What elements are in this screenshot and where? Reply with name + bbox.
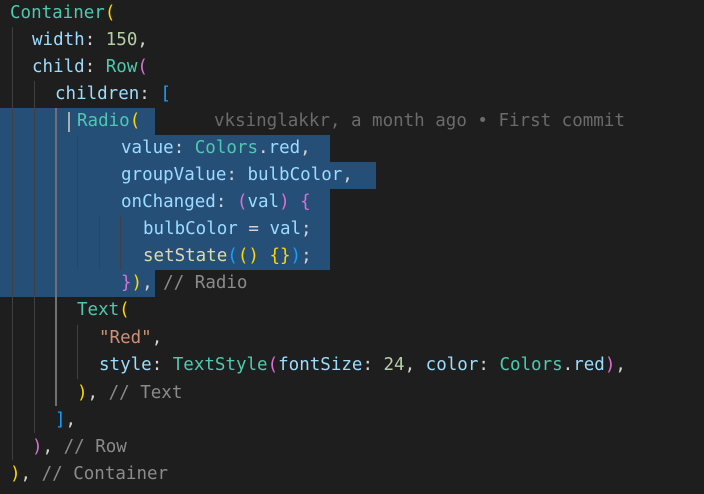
indent-guide: [99, 216, 100, 270]
code-line[interactable]: }), // Radio: [121, 270, 247, 297]
code-line[interactable]: bulbColor = val;: [143, 216, 312, 243]
code-line[interactable]: Text(: [77, 297, 130, 324]
git-blame-annotation: vksinglakkr, a month ago • First commit: [214, 111, 625, 131]
text-cursor: [68, 112, 70, 132]
code-editor[interactable]: Container( width: 150, child: Row( child…: [0, 0, 704, 494]
comment: // Text: [108, 383, 183, 403]
token: "Red": [99, 328, 152, 348]
token: TextStyle: [172, 355, 268, 375]
token: Row: [105, 57, 138, 77]
token: bulbColor: [247, 165, 343, 185]
code-line[interactable]: child: Row(: [32, 54, 148, 81]
token: value: [121, 138, 174, 158]
token: {}: [269, 246, 291, 266]
token: red: [573, 355, 605, 375]
token: width: [32, 30, 85, 50]
code-line[interactable]: "Red",: [99, 325, 162, 352]
code-line[interactable]: onChanged: (val) {: [121, 189, 311, 216]
token: Radio: [77, 111, 130, 131]
code-line[interactable]: ), // Row: [32, 434, 127, 461]
code-line[interactable]: Radio(: [77, 108, 140, 135]
token: ): [131, 273, 143, 293]
token: (: [119, 300, 130, 320]
token: (: [104, 3, 116, 23]
token: fontSize: [278, 355, 363, 375]
code-line[interactable]: width: 150,: [32, 27, 148, 54]
token: ): [77, 383, 88, 403]
token: (: [129, 111, 141, 131]
token: {: [300, 192, 311, 212]
token: setState: [143, 246, 228, 266]
token: val: [269, 219, 302, 239]
code-line[interactable]: ), // Text: [77, 380, 182, 407]
token: }: [121, 273, 132, 293]
indent-guide: [12, 27, 13, 460]
code-line[interactable]: children: [: [55, 81, 171, 108]
token: ]: [55, 410, 66, 430]
token: (: [227, 246, 238, 266]
token: Colors: [194, 138, 258, 158]
code-line[interactable]: ), // Container: [10, 461, 168, 488]
code-line[interactable]: Container(: [10, 0, 115, 27]
token: ): [279, 192, 290, 212]
token: child: [32, 57, 85, 77]
token: Container: [10, 3, 105, 23]
indent-guide: [34, 81, 35, 433]
code-line[interactable]: ],: [55, 407, 76, 434]
code-line[interactable]: style: TextStyle(fontSize: 24, color: Co…: [99, 352, 626, 379]
token: val: [247, 192, 280, 212]
token: ): [10, 464, 21, 484]
token: (: [137, 57, 148, 77]
token: ): [32, 437, 43, 457]
token: 24: [383, 355, 405, 375]
token: [: [160, 84, 171, 104]
token: 150: [105, 30, 138, 50]
token: red: [268, 138, 301, 158]
token: (: [236, 192, 248, 212]
token: ): [604, 355, 616, 375]
token: Text: [77, 300, 120, 320]
indent-guide: [77, 325, 78, 379]
code-line[interactable]: value: Colors.red,: [121, 135, 311, 162]
token: children: [55, 84, 140, 104]
indent-guide-active: [55, 108, 57, 406]
indent-guide: [77, 135, 78, 270]
token: (: [267, 355, 279, 375]
token: Colors: [499, 355, 563, 375]
token: style: [99, 355, 152, 375]
code-line[interactable]: setState(() {});: [143, 243, 312, 270]
comment: // Row: [63, 437, 127, 457]
code-line[interactable]: groupValue: bulbColor,: [121, 162, 353, 189]
indent-guide: [120, 216, 121, 270]
comment: // Radio: [163, 273, 248, 293]
token: (): [237, 246, 259, 266]
token: onChanged: [121, 192, 216, 212]
comment: // Container: [41, 464, 169, 484]
token: bulbColor: [143, 219, 238, 239]
token: color: [425, 355, 479, 375]
token: ): [290, 246, 302, 266]
token: groupValue: [121, 165, 227, 185]
